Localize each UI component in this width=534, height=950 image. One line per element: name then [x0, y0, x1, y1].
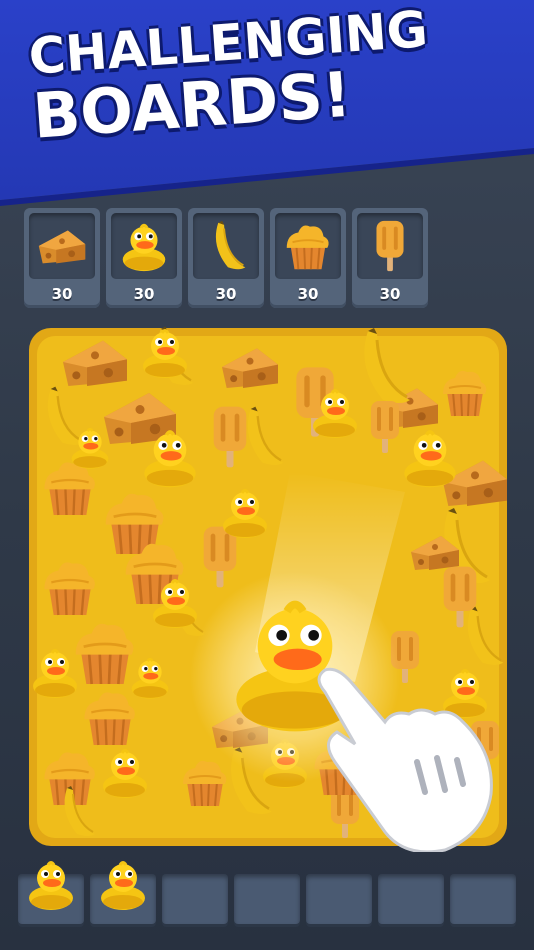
cheese-icon [33, 217, 91, 275]
banana-icon [197, 217, 255, 275]
goal-count: 30 [133, 285, 155, 303]
tray-slot[interactable] [90, 874, 156, 924]
goal-count: 30 [297, 285, 319, 303]
tray-slot[interactable] [18, 874, 84, 924]
cupcake-icon [279, 217, 337, 275]
game-board[interactable] [25, 322, 511, 852]
duck-icon [115, 217, 173, 275]
goal-duck: 30 [106, 208, 182, 308]
tray-slot-empty[interactable] [162, 874, 228, 924]
goal-count: 30 [215, 285, 237, 303]
goal-cheese: 30 [24, 208, 100, 308]
tray-slot-empty[interactable] [306, 874, 372, 924]
popsicle-icon [361, 217, 419, 275]
tray-slot-empty[interactable] [234, 874, 300, 924]
goal-banana: 30 [188, 208, 264, 308]
goal-popsicle: 30 [352, 208, 428, 308]
collection-tray [18, 874, 518, 926]
duck-icon[interactable] [93, 852, 153, 916]
goal-panel: 30 30 30 30 30 [24, 208, 510, 308]
goal-count: 30 [51, 285, 73, 303]
goal-count: 30 [379, 285, 401, 303]
goal-cupcake: 30 [270, 208, 346, 308]
tray-slot-empty[interactable] [378, 874, 444, 924]
item-pile[interactable] [25, 322, 511, 852]
duck-icon[interactable] [21, 852, 81, 916]
tray-slot-empty[interactable] [450, 874, 516, 924]
